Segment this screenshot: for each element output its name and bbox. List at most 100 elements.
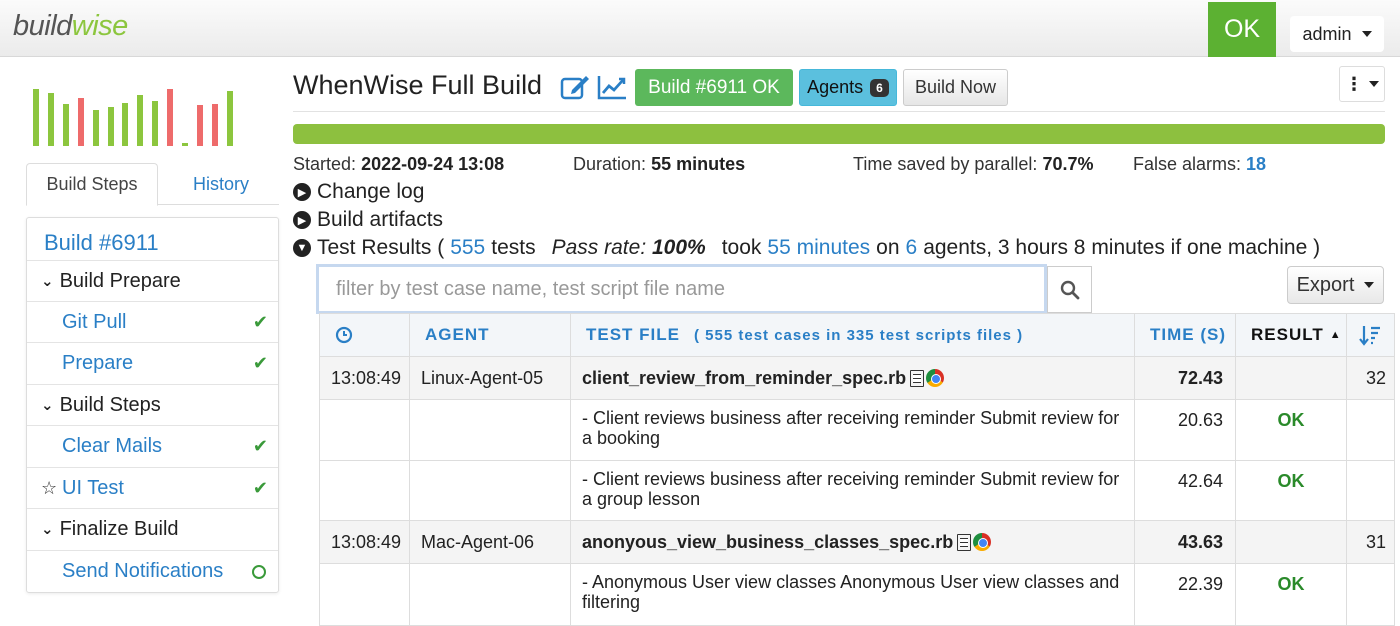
test-count-link[interactable]: 555 xyxy=(450,236,485,260)
table-row-test-case[interactable]: - Anonymous User view classes Anonymous … xyxy=(319,564,1395,626)
step-group-build-prepare[interactable]: ⌄ Build Prepare xyxy=(27,260,278,301)
test-results-toggle[interactable]: ▼ Test Results ( 555 tests Pass rate: 10… xyxy=(293,236,1320,260)
history-bar[interactable] xyxy=(137,95,143,146)
build-artifacts-label: Build artifacts xyxy=(317,208,444,231)
build-steps-panel: Build #6911 ⌄ Build Prepare Git Pull ✔ P… xyxy=(26,217,279,593)
table-row-test-case[interactable]: - Client reviews business after receivin… xyxy=(319,461,1395,521)
history-bar[interactable] xyxy=(48,93,54,146)
file-icon[interactable] xyxy=(910,369,925,387)
chevron-right-circle-icon: ▶ xyxy=(293,211,311,229)
build-number-link[interactable]: Build #6911 xyxy=(44,230,159,256)
history-bar[interactable] xyxy=(108,107,114,146)
history-bar[interactable] xyxy=(182,143,188,146)
table-row-test-file[interactable]: 13:08:49 Linux-Agent-05 client_review_fr… xyxy=(319,357,1395,400)
check-icon: ✔ xyxy=(252,312,268,332)
test-case-description: - Client reviews business after receivin… xyxy=(570,400,1134,460)
export-label: Export xyxy=(1296,273,1355,296)
false-alarms-info: False alarms: 18 xyxy=(1133,154,1267,174)
history-bar[interactable] xyxy=(227,91,233,146)
logo-text-wise: wise xyxy=(71,10,129,42)
filter-input[interactable]: filter by test case name, test script fi… xyxy=(316,264,1047,314)
check-icon: ✔ xyxy=(252,353,268,373)
agents-count-link[interactable]: 6 xyxy=(906,236,918,260)
history-bar[interactable] xyxy=(78,98,84,146)
tab-build-steps[interactable]: Build Steps xyxy=(26,163,158,206)
export-button[interactable]: Export xyxy=(1287,266,1384,304)
step-item-ui-test[interactable]: ☆ UI Test ✔ xyxy=(27,467,278,508)
test-file-name[interactable]: client_review_from_reminder_spec.rb xyxy=(582,368,906,389)
left-tabs: Build Steps History xyxy=(26,163,279,206)
cell-duration: 72.43 xyxy=(1134,357,1235,399)
build-now-button[interactable]: Build Now xyxy=(903,69,1008,106)
step-item-label: UI Test xyxy=(62,476,124,499)
cell-empty xyxy=(1346,564,1395,625)
caret-down-icon xyxy=(1369,81,1379,87)
cell-result xyxy=(1235,357,1346,399)
cell-empty xyxy=(409,564,570,625)
test-case-description: - Anonymous User view classes Anonymous … xyxy=(570,564,1134,625)
duration-link[interactable]: 55 minutes xyxy=(767,236,870,260)
clock-icon xyxy=(335,326,353,344)
history-bar[interactable] xyxy=(212,104,218,146)
table-row-test-case[interactable]: - Client reviews business after receivin… xyxy=(319,400,1395,461)
test-file-name[interactable]: anonyous_view_business_classes_spec.rb xyxy=(582,532,953,553)
pending-circle-icon xyxy=(252,565,266,579)
result-ok-badge: OK xyxy=(1235,461,1346,520)
column-header-test-file[interactable]: TEST FILE ( 555 test cases in 335 test s… xyxy=(570,314,1134,356)
cell-test-file: anonyous_view_business_classes_spec.rb xyxy=(570,521,1134,563)
cell-duration: 42.64 xyxy=(1134,461,1235,520)
history-bar[interactable] xyxy=(152,101,158,146)
result-ok-badge: OK xyxy=(1235,400,1346,460)
build-status-button[interactable]: Build #6911 OK xyxy=(635,69,793,106)
logo-text-build: build xyxy=(13,10,72,42)
column-header-agent[interactable]: AGENT xyxy=(409,314,570,356)
build-history-sparkline[interactable] xyxy=(33,84,263,146)
step-item-clear-mails[interactable]: Clear Mails ✔ xyxy=(27,425,278,466)
step-group-finalize-build[interactable]: ⌄ Finalize Build xyxy=(27,508,278,549)
line-chart-icon[interactable] xyxy=(597,73,627,101)
history-bar[interactable] xyxy=(122,103,128,146)
more-actions-button[interactable]: ⋮ xyxy=(1339,66,1385,102)
cell-start-time: 13:08:49 xyxy=(319,357,409,399)
history-bar[interactable] xyxy=(33,89,39,146)
history-bar[interactable] xyxy=(93,110,99,146)
change-log-label: Change log xyxy=(317,180,425,203)
cell-duration: 43.63 xyxy=(1134,521,1235,563)
cell-test-count: 32 xyxy=(1346,357,1395,399)
cell-agent: Linux-Agent-05 xyxy=(409,357,570,399)
time-saved-info: Time saved by parallel: 70.7% xyxy=(853,154,1094,174)
history-bar[interactable] xyxy=(167,89,173,146)
false-alarms-link[interactable]: 18 xyxy=(1246,154,1266,174)
search-button[interactable] xyxy=(1047,266,1092,313)
top-navbar: buildwise OK admin xyxy=(0,0,1400,57)
buildwise-logo[interactable]: buildwise xyxy=(13,10,128,43)
history-bar[interactable] xyxy=(63,104,69,146)
tab-history[interactable]: History xyxy=(166,163,276,205)
sort-order-button[interactable] xyxy=(1346,314,1395,356)
step-item-send-notifications[interactable]: Send Notifications xyxy=(27,550,278,591)
column-header-result[interactable]: RESULT ▲ xyxy=(1235,314,1346,356)
column-header-time-seconds[interactable]: TIME (S) xyxy=(1134,314,1235,356)
check-icon: ✔ xyxy=(252,478,268,498)
cell-start-time: 13:08:49 xyxy=(319,521,409,563)
cell-duration: 20.63 xyxy=(1134,400,1235,460)
history-bar[interactable] xyxy=(197,105,203,146)
edit-icon[interactable] xyxy=(560,73,590,101)
change-log-toggle[interactable]: ▶ Change log xyxy=(293,180,424,204)
table-row-test-file[interactable]: 13:08:49 Mac-Agent-06 anonyous_view_busi… xyxy=(319,521,1395,564)
page-title: WhenWise Full Build xyxy=(293,70,543,100)
cell-agent: Mac-Agent-06 xyxy=(409,521,570,563)
user-menu-button[interactable]: admin xyxy=(1290,16,1384,52)
check-icon: ✔ xyxy=(252,436,268,456)
step-group-build-steps[interactable]: ⌄ Build Steps xyxy=(27,384,278,425)
build-artifacts-toggle[interactable]: ▶ Build artifacts xyxy=(293,208,443,232)
divider xyxy=(293,111,1385,112)
file-icon[interactable] xyxy=(957,533,972,551)
step-item-git-pull[interactable]: Git Pull ✔ xyxy=(27,301,278,342)
overall-status-badge[interactable]: OK xyxy=(1208,2,1276,57)
agents-button[interactable]: Agents 6 xyxy=(799,69,897,106)
column-header-time[interactable] xyxy=(319,314,409,356)
step-item-prepare[interactable]: Prepare ✔ xyxy=(27,342,278,383)
chrome-icon xyxy=(973,533,992,551)
step-item-label: Clear Mails xyxy=(62,434,163,457)
